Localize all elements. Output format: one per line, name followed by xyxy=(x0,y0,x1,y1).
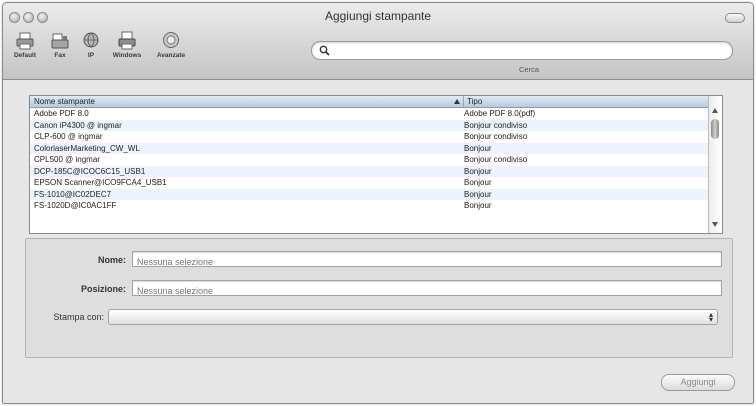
toolbar-advanced-button[interactable]: Avanzate xyxy=(151,31,191,59)
cell-printer-type: Bonjour condiviso xyxy=(464,120,528,130)
main-content: Nome stampante Tipo Adobe PDF 8.0 Adobe P… xyxy=(3,80,753,403)
cell-printer-name: FS-1020D@IC0AC1FF xyxy=(34,201,117,210)
print-with-label: Stampa con: xyxy=(53,312,104,322)
scroll-thumb[interactable] xyxy=(711,119,719,139)
toolbar-default-label: Default xyxy=(13,52,37,59)
column-header-type[interactable]: Tipo xyxy=(463,96,707,107)
ip-globe-icon xyxy=(83,32,99,48)
location-input[interactable] xyxy=(137,284,714,298)
cell-printer-type: Adobe PDF 8.0(pdf) xyxy=(464,109,536,118)
title-toolbar: Aggiungi stampante Default Fax IP Window… xyxy=(3,3,753,80)
search-input[interactable] xyxy=(334,43,724,57)
table-rows: Adobe PDF 8.0 Adobe PDF 8.0(pdf) Canon iP… xyxy=(30,108,708,212)
scroll-up-arrow-icon[interactable] xyxy=(712,108,718,113)
table-row[interactable]: ColorlaserMarketing_CW_WL Bonjour xyxy=(30,142,708,154)
printer-table: Nome stampante Tipo Adobe PDF 8.0 Adobe P… xyxy=(29,95,723,234)
toolbar-toggle-button[interactable] xyxy=(725,13,745,23)
cell-printer-name: FS-1010@IC02DEC7 xyxy=(34,189,112,199)
table-header: Nome stampante Tipo xyxy=(30,96,708,108)
cell-printer-name: CPL500 @ ingmar xyxy=(34,155,100,164)
search-icon xyxy=(319,45,330,56)
toolbar-advanced-label: Avanzate xyxy=(156,52,186,59)
cell-printer-type: Bonjour xyxy=(464,166,492,176)
table-row[interactable]: Adobe PDF 8.0 Adobe PDF 8.0(pdf) xyxy=(30,108,708,120)
printer-details-panel: Nome: Posizione: Stampa con: ▴▾ xyxy=(25,238,733,358)
table-row[interactable]: FS-1010@IC02DEC7 Bonjour xyxy=(30,188,708,200)
print-with-select[interactable]: ▴ ▾ xyxy=(108,309,718,325)
default-printer-icon xyxy=(16,32,34,50)
toolbar-windows-label: Windows xyxy=(112,52,142,59)
toolbar-ip-label: IP xyxy=(87,52,95,59)
table-row[interactable]: EPSON Scanner@ICO9FCA4_USB1 Bonjour xyxy=(30,177,708,189)
window-title: Aggiungi stampante xyxy=(324,9,432,23)
cell-printer-name: EPSON Scanner@ICO9FCA4_USB1 xyxy=(34,178,167,187)
name-label: Nome: xyxy=(97,255,126,265)
sort-ascending-icon xyxy=(454,99,460,104)
table-row[interactable]: CLP-600 @ ingmar Bonjour condiviso xyxy=(30,131,708,143)
cell-printer-name: DCP-185C@ICOC6C15_USB1 xyxy=(34,166,146,176)
cell-printer-type: Bonjour xyxy=(464,178,492,187)
cell-printer-name: Canon iP4300 @ ingmar xyxy=(34,120,122,130)
search-label: Cerca xyxy=(518,65,539,74)
toolbar-fax-button[interactable]: Fax xyxy=(47,31,73,59)
table-row[interactable]: Canon iP4300 @ ingmar Bonjour condiviso xyxy=(30,119,708,131)
name-field[interactable] xyxy=(132,251,722,269)
table-row[interactable]: CPL500 @ ingmar Bonjour condiviso xyxy=(30,154,708,166)
toolbar-fax-label: Fax xyxy=(54,52,66,59)
select-updown-arrows-icon: ▴ ▾ xyxy=(708,310,713,324)
search-field[interactable] xyxy=(311,41,733,60)
cell-printer-name: CLP-600 @ ingmar xyxy=(34,132,103,141)
cell-printer-type: Bonjour condiviso xyxy=(464,155,528,164)
cell-printer-name: Adobe PDF 8.0 xyxy=(34,109,89,118)
cell-printer-type: Bonjour xyxy=(464,201,492,210)
toolbar-default-button[interactable]: Default xyxy=(9,31,41,59)
cell-printer-type: Bonjour xyxy=(464,143,492,153)
table-row[interactable]: DCP-185C@ICOC6C15_USB1 Bonjour xyxy=(30,165,708,177)
cell-printer-type: Bonjour condiviso xyxy=(464,132,528,141)
add-printer-window: Aggiungi stampante Default Fax IP Window… xyxy=(2,2,754,404)
column-header-printer-name[interactable]: Nome stampante xyxy=(34,96,454,107)
cell-printer-name: ColorlaserMarketing_CW_WL xyxy=(34,143,140,153)
toolbar-windows-button[interactable]: Windows xyxy=(109,31,145,59)
scroll-down-arrow-icon[interactable] xyxy=(712,222,718,227)
table-vertical-scrollbar[interactable] xyxy=(708,96,722,233)
name-input[interactable] xyxy=(137,255,714,269)
cell-printer-type: Bonjour xyxy=(464,189,492,199)
windows-printer-icon xyxy=(118,31,136,50)
table-row[interactable]: FS-1020D@IC0AC1FF Bonjour xyxy=(30,200,708,212)
location-field[interactable] xyxy=(132,280,722,298)
advanced-gear-icon xyxy=(163,32,179,48)
toolbar-ip-button[interactable]: IP xyxy=(79,31,103,59)
location-label: Posizione: xyxy=(80,284,126,294)
fax-icon xyxy=(51,33,69,49)
add-button[interactable]: Aggiungi xyxy=(661,374,735,391)
